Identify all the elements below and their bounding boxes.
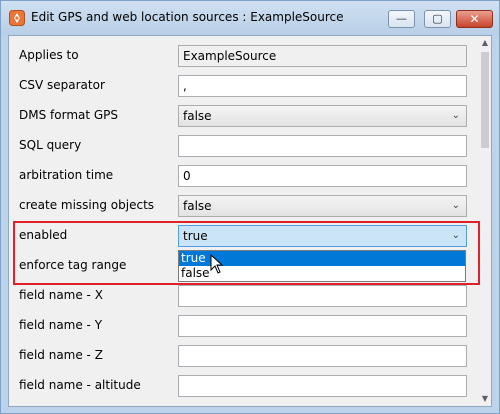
input-applies-to: ExampleSource (178, 45, 467, 67)
scroll-down-icon[interactable]: ▼ (479, 392, 491, 406)
label-enforce-tag-range: enforce tag range (19, 258, 127, 272)
chevron-down-icon[interactable]: ⌄ (452, 196, 460, 216)
row-create-missing-objects: create missing objects false ⌄ (9, 194, 479, 224)
app-icon (9, 10, 25, 26)
value-dms-format-gps: false (183, 109, 212, 123)
title-bar[interactable]: Edit GPS and web location sources : Exam… (1, 1, 499, 35)
input-arbitration-time[interactable]: 0 (178, 165, 467, 187)
scroll-up-icon[interactable]: ▲ (479, 36, 491, 50)
window-title: Edit GPS and web location sources : Exam… (31, 10, 344, 24)
row-applies-to: Applies to ExampleSource (9, 44, 479, 74)
row-field-name-y: field name - Y (9, 314, 479, 344)
properties-panel: Applies to ExampleSource CSV separator, DMS… (8, 35, 492, 407)
label-field-name-altitude: field name - altitude (19, 378, 141, 392)
label-arbitration-time: arbitration time (19, 168, 114, 182)
label-enabled: enabled (19, 228, 68, 242)
label-field-name-x: field name - X (19, 288, 103, 302)
row-dms-format-gps: DMS format GPS false ⌄ (9, 104, 479, 134)
value-create-missing-objects: false (183, 199, 212, 213)
input-csv-separator[interactable]: , (178, 75, 467, 97)
row-csv-separator: CSV separator, (9, 74, 479, 104)
mouse-pointer-icon (210, 254, 224, 274)
row-field-name-x: field name - X (9, 284, 479, 314)
vertical-scrollbar[interactable]: ▲ ▼ (479, 36, 491, 406)
maximize-button[interactable]: ▢ (424, 10, 451, 28)
label-field-name-y: field name - Y (19, 318, 103, 332)
input-field-name-y[interactable] (178, 315, 467, 337)
combo-create-missing-objects[interactable]: false ⌄ (178, 195, 467, 217)
minimize-button[interactable]: — (388, 10, 415, 28)
chevron-down-icon[interactable]: ⌄ (452, 226, 460, 246)
row-field-name-altitude: field name - altitude (9, 374, 479, 404)
label-applies-to: Applies to (19, 48, 79, 62)
row-arbitration-time: arbitration time 0 (9, 164, 479, 194)
value-enabled: true (183, 229, 208, 243)
close-button[interactable]: ✕ (456, 10, 493, 28)
close-icon: ✕ (469, 12, 480, 26)
input-field-name-altitude[interactable] (178, 375, 467, 397)
combo-enabled[interactable]: true ⌄ (178, 225, 467, 247)
label-field-name-z: field name - Z (19, 348, 103, 362)
label-create-missing-objects: create missing objects (19, 198, 155, 212)
minimize-icon: — (396, 12, 407, 25)
input-field-name-z[interactable] (178, 345, 467, 367)
value-arbitration-time: 0 (183, 169, 191, 183)
dialog-window: Edit GPS and web location sources : Exam… (0, 0, 500, 414)
label-csv-separator: CSV separator (19, 78, 105, 92)
scrollbar-thumb[interactable] (481, 52, 489, 148)
row-sql-query: SQL query (9, 134, 479, 164)
value-csv-separator: , (183, 79, 187, 93)
input-field-name-x[interactable] (178, 285, 467, 307)
combo-dms-format-gps[interactable]: false ⌄ (178, 105, 467, 127)
chevron-down-icon[interactable]: ⌄ (452, 106, 460, 126)
label-dms-format-gps: DMS format GPS (19, 108, 119, 122)
maximize-icon: ▢ (432, 12, 443, 25)
input-sql-query[interactable] (178, 135, 467, 157)
row-field-name-z: field name - Z (9, 344, 479, 374)
value-applies-to: ExampleSource (183, 49, 277, 63)
label-sql-query: SQL query (19, 138, 82, 152)
